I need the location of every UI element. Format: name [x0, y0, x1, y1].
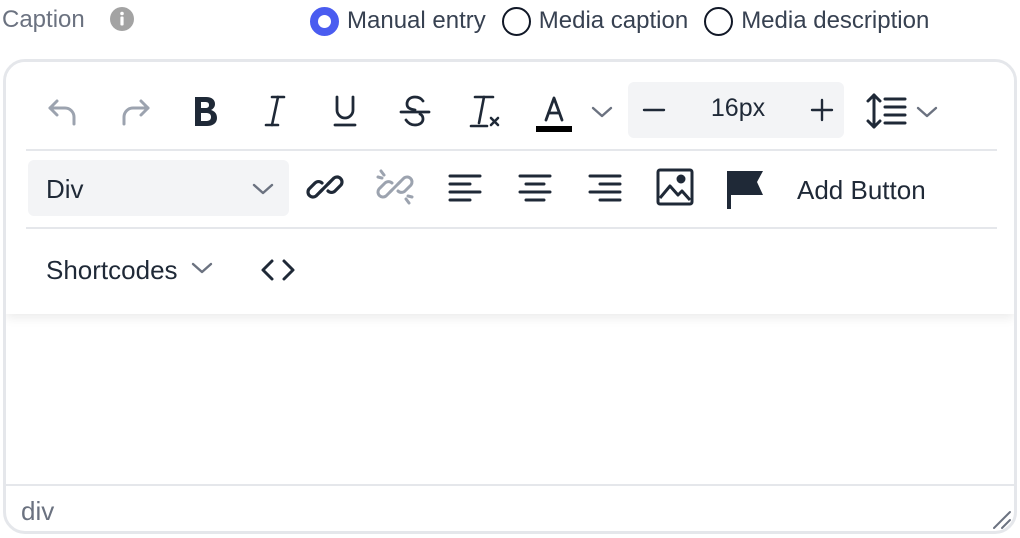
- radio-label: Manual entry: [347, 7, 486, 34]
- italic-icon[interactable]: [254, 90, 296, 132]
- strikethrough-icon[interactable]: [394, 90, 436, 132]
- underline-icon[interactable]: [324, 90, 366, 132]
- unlink-icon[interactable]: [374, 166, 416, 208]
- shortcodes-label: Shortcodes: [46, 254, 178, 285]
- code-icon[interactable]: [258, 252, 298, 288]
- block-format-select[interactable]: Div: [28, 160, 289, 216]
- add-button[interactable]: Add Button: [797, 175, 926, 206]
- align-center-icon[interactable]: [516, 168, 554, 206]
- font-size-stepper: 16px: [628, 82, 844, 138]
- image-icon[interactable]: [654, 166, 696, 208]
- toolbar-row-separator: [26, 227, 997, 229]
- undo-icon[interactable]: [42, 90, 84, 132]
- align-left-icon[interactable]: [446, 168, 484, 206]
- editor-content-area[interactable]: [6, 314, 1014, 486]
- chevron-down-icon: [250, 178, 276, 200]
- caption-source-radio-group: Manual entry Media caption Media descrip…: [310, 4, 929, 38]
- resize-handle-icon[interactable]: [990, 508, 1012, 531]
- radio-media-description[interactable]: Media description: [704, 6, 930, 36]
- chevron-down-icon: [190, 260, 214, 281]
- radio-label: Media caption: [538, 7, 689, 34]
- caption-field-header: Caption Manual entry Media caption Media…: [0, 0, 1020, 44]
- caption-label: Caption: [2, 6, 85, 33]
- editor-statusbar: div: [6, 484, 1014, 531]
- radio-button[interactable]: [501, 6, 531, 36]
- font-size-value[interactable]: 16px: [698, 94, 778, 123]
- radio-manual-entry[interactable]: Manual entry: [310, 6, 486, 36]
- increase-font-size-button[interactable]: [804, 92, 840, 128]
- radio-media-caption[interactable]: Media caption: [501, 6, 689, 36]
- rich-text-editor: 16px Div Add Button Shortcodes div: [3, 59, 1017, 534]
- shortcodes-dropdown[interactable]: Shortcodes: [46, 250, 214, 290]
- block-format-value: Div: [46, 174, 84, 204]
- text-color-icon[interactable]: [532, 88, 576, 136]
- flag-icon[interactable]: [722, 166, 768, 212]
- clear-formatting-icon[interactable]: [464, 90, 506, 132]
- info-icon[interactable]: [109, 6, 135, 32]
- text-color-chevron-down-icon[interactable]: [588, 98, 616, 126]
- editor-toolbar: 16px Div Add Button Shortcodes: [6, 62, 1014, 314]
- radio-button[interactable]: [704, 6, 734, 36]
- element-path[interactable]: div: [21, 496, 54, 527]
- redo-icon[interactable]: [114, 90, 156, 132]
- line-height-icon[interactable]: [864, 90, 910, 132]
- radio-label: Media description: [741, 7, 930, 34]
- decrease-font-size-button[interactable]: [636, 92, 672, 128]
- toolbar-row-separator: [26, 149, 997, 151]
- radio-button-checked[interactable]: [310, 6, 339, 36]
- line-height-chevron-down-icon[interactable]: [913, 98, 941, 126]
- bold-icon[interactable]: [184, 90, 226, 132]
- align-right-icon[interactable]: [586, 168, 624, 206]
- link-icon[interactable]: [304, 166, 346, 208]
